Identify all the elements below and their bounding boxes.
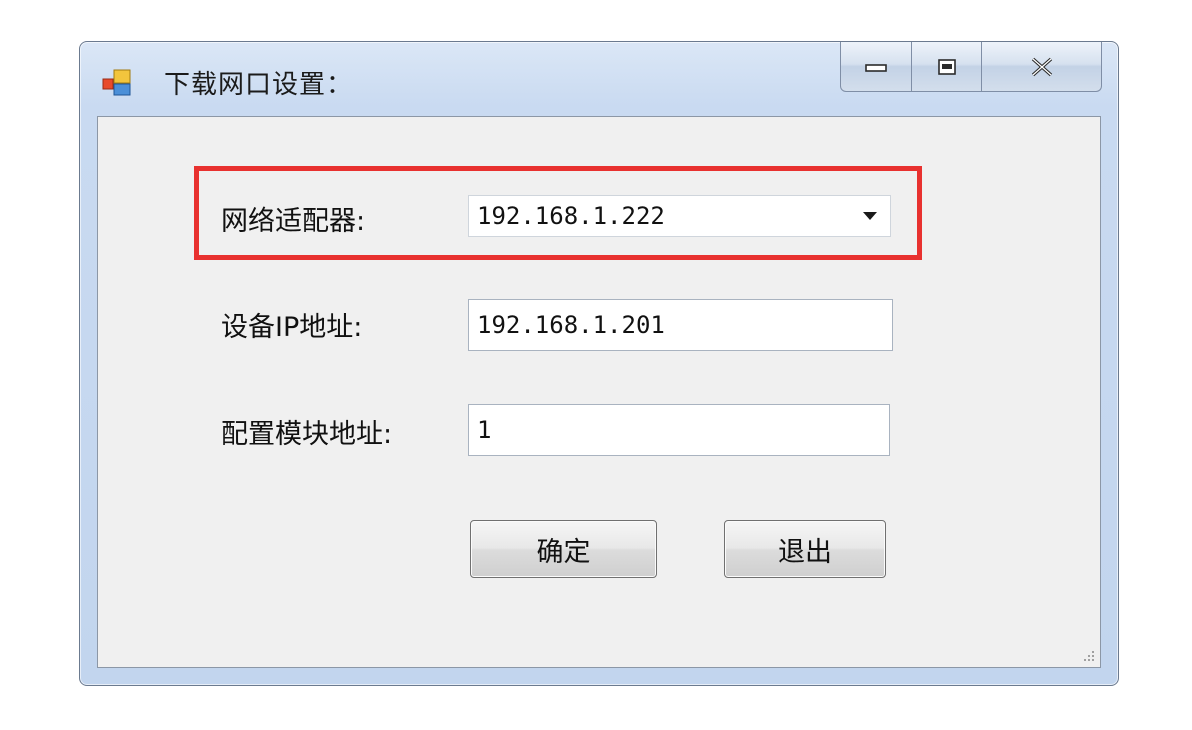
exit-button[interactable]: 退出	[724, 520, 886, 578]
device-ip-label: 设备IP地址:	[221, 312, 363, 343]
ok-button[interactable]: 确定	[470, 520, 657, 578]
app-icon	[102, 69, 131, 96]
dialog-window: 下载网口设置： 网络适配器: 192.168.1.222 设备IP地址: 192…	[79, 41, 1119, 686]
minimize-button[interactable]	[840, 42, 912, 92]
device-ip-input[interactable]: 192.168.1.201	[468, 299, 893, 351]
caption-buttons	[840, 42, 1102, 96]
module-address-label: 配置模块地址:	[221, 419, 393, 450]
maximize-icon	[937, 58, 956, 75]
resize-grip-icon[interactable]	[1080, 647, 1096, 663]
dialog-client-area: 网络适配器: 192.168.1.222 设备IP地址: 192.168.1.2…	[97, 116, 1101, 668]
adapter-value: 192.168.1.222	[477, 202, 665, 230]
maximize-button[interactable]	[912, 42, 982, 92]
device-ip-value: 192.168.1.201	[477, 311, 665, 339]
module-address-input[interactable]: 1	[468, 404, 890, 456]
adapter-label: 网络适配器:	[221, 206, 366, 237]
module-address-value: 1	[477, 416, 492, 444]
title-bar[interactable]: 下载网口设置：	[80, 42, 1118, 116]
close-icon	[1031, 57, 1052, 76]
window-title: 下载网口设置：	[164, 70, 354, 100]
chevron-down-icon[interactable]	[862, 211, 878, 221]
minimize-icon	[865, 63, 887, 72]
adapter-select[interactable]: 192.168.1.222	[468, 195, 891, 237]
close-button[interactable]	[982, 42, 1102, 92]
